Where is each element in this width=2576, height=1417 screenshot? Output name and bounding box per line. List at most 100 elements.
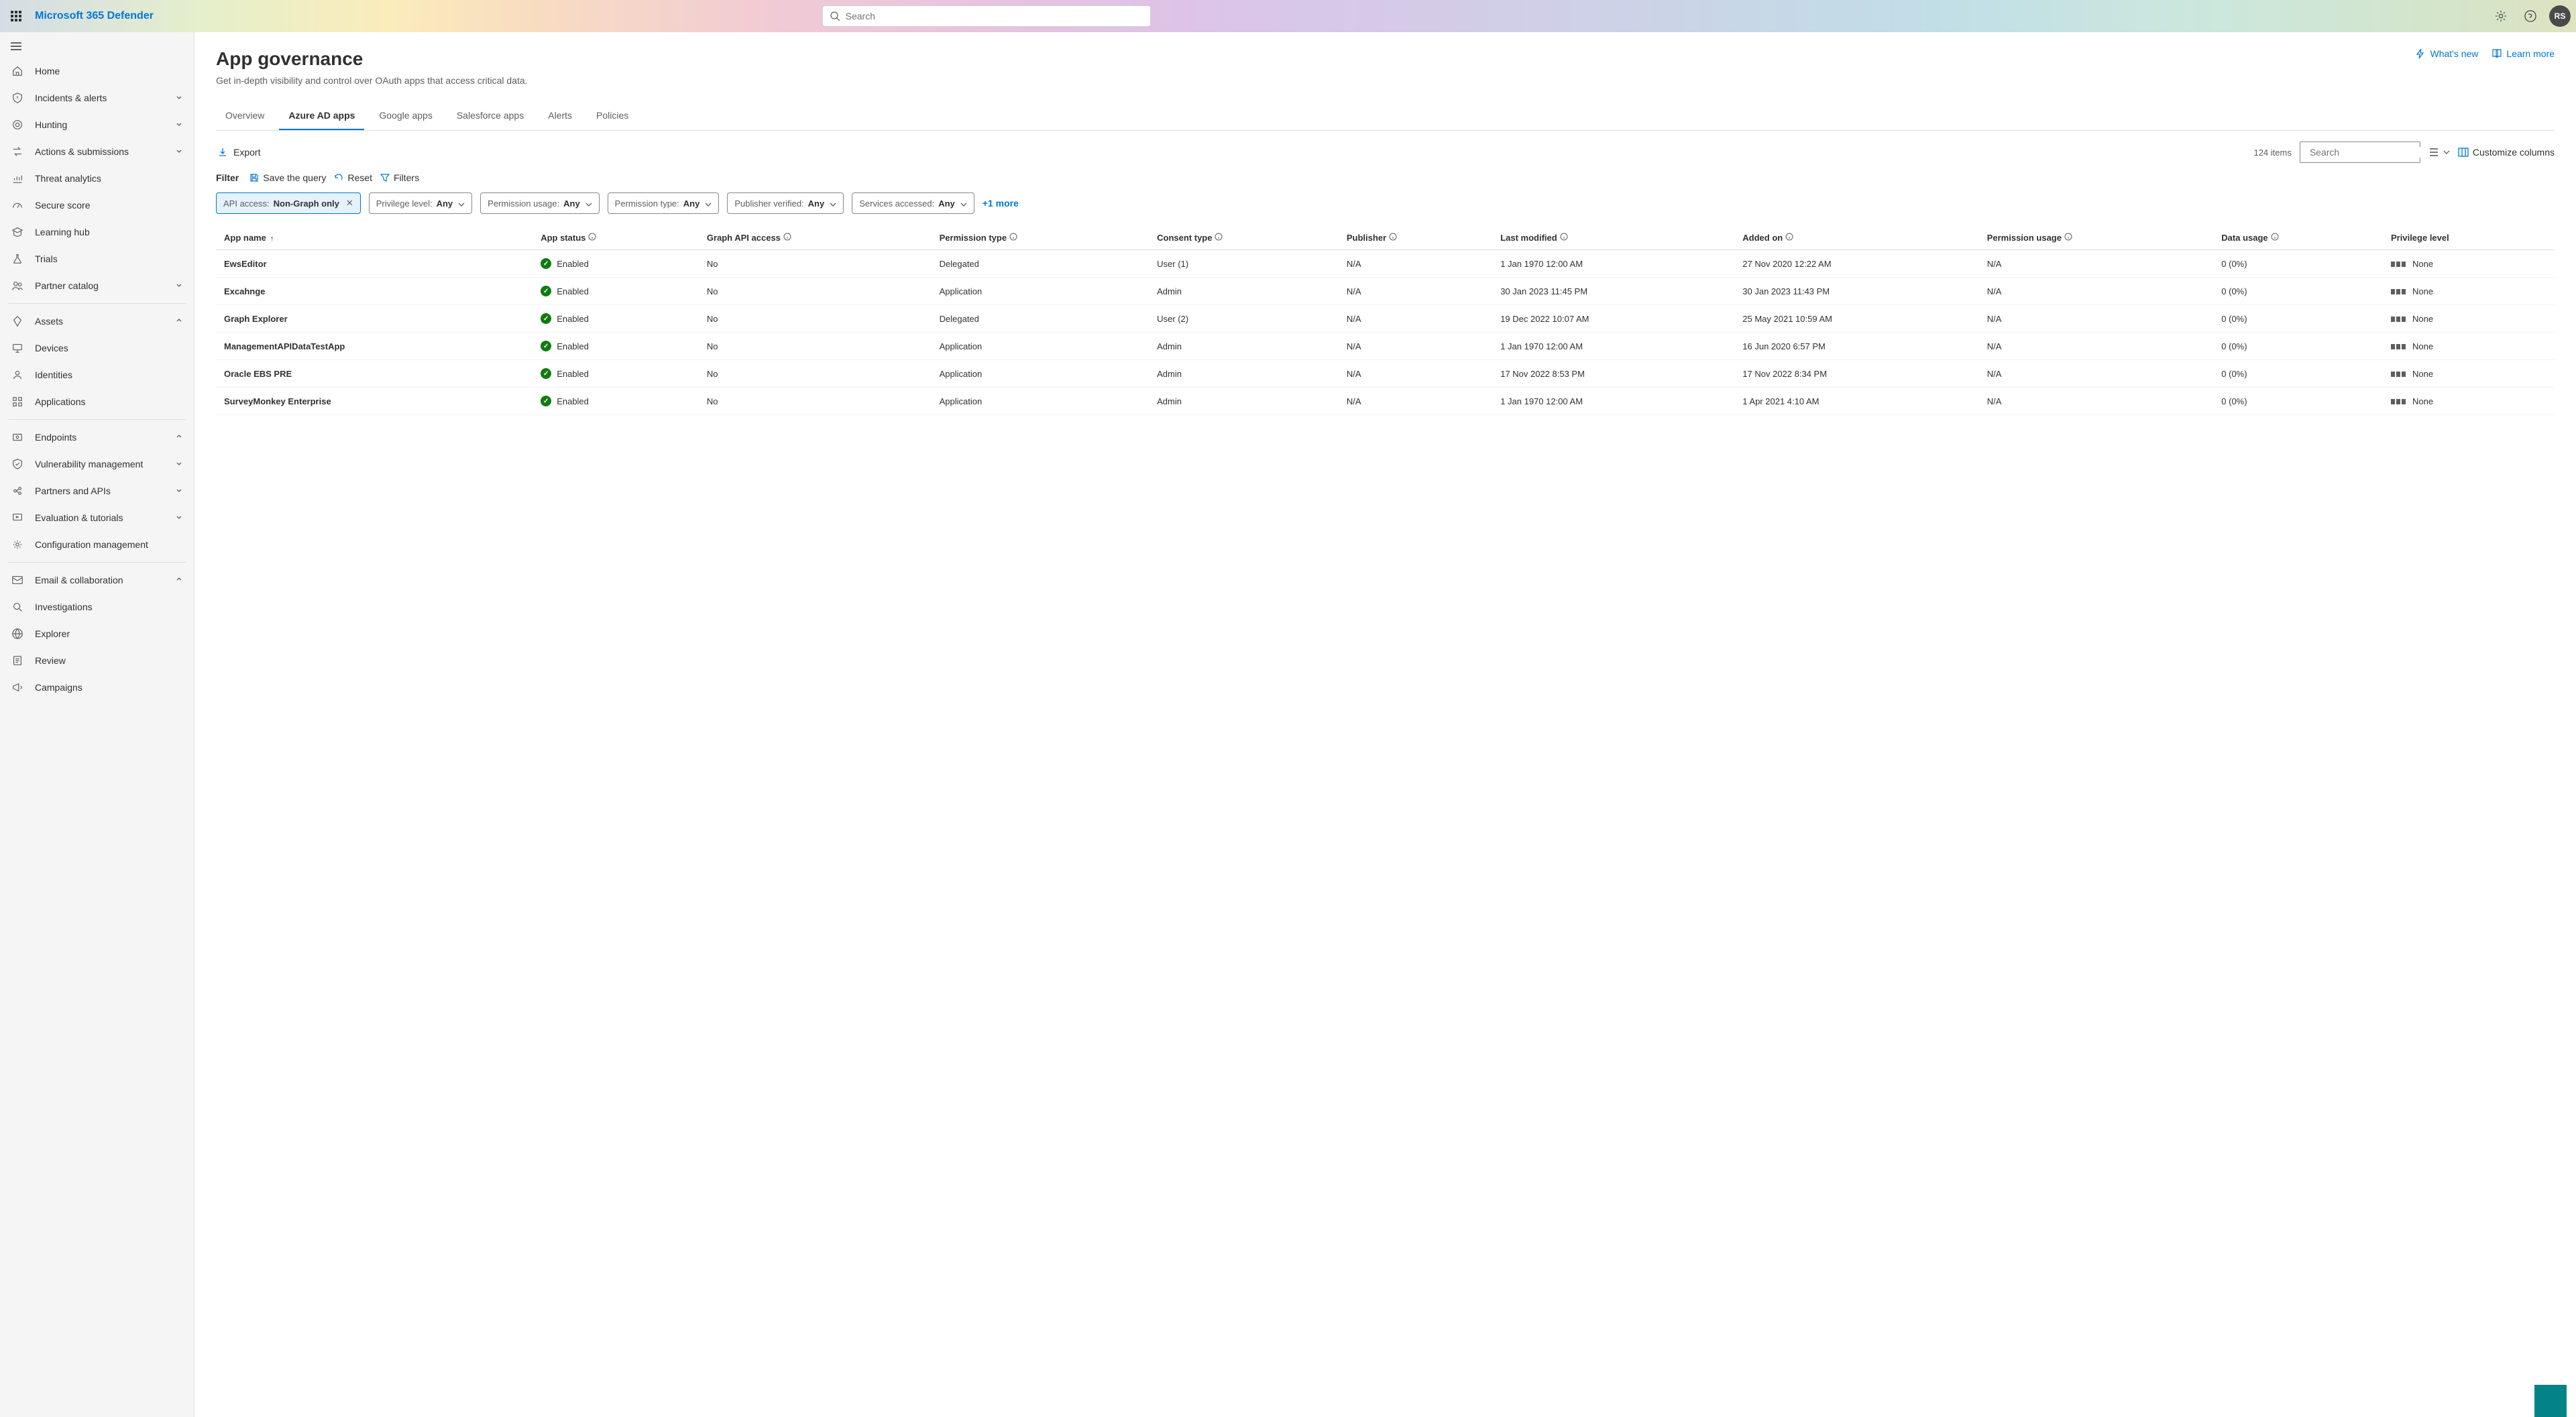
home-icon (11, 64, 24, 78)
table-row[interactable]: Oracle EBS PRE Enabled No Application Ad… (216, 360, 2555, 388)
column-header-added-on[interactable]: Added on (1734, 226, 1978, 250)
nav-item-email-collaboration[interactable]: Email & collaboration (0, 567, 194, 593)
close-icon[interactable]: ✕ (346, 198, 353, 209)
export-button[interactable]: Export (216, 144, 262, 160)
info-icon[interactable] (1009, 233, 1017, 241)
more-filters-link[interactable]: +1 more (983, 198, 1019, 209)
global-search[interactable] (822, 5, 1151, 27)
tab-policies[interactable]: Policies (587, 102, 638, 130)
settings-button[interactable] (2487, 3, 2514, 30)
filter-chip-publisherverified[interactable]: Publisher verified: Any (727, 192, 844, 214)
tab-overview[interactable]: Overview (216, 102, 274, 130)
nav-item-evaluation-tutorials[interactable]: Evaluation & tutorials (0, 504, 194, 531)
info-icon[interactable] (783, 233, 791, 241)
nav-item-explorer[interactable]: Explorer (0, 620, 194, 647)
nav-item-actions-submissions[interactable]: Actions & submissions (0, 138, 194, 165)
nav-item-endpoints[interactable]: Endpoints (0, 424, 194, 451)
info-icon[interactable] (1389, 233, 1397, 241)
column-header-app-name[interactable]: App name↑ (216, 226, 533, 250)
filter-chip-permissiontype[interactable]: Permission type: Any (608, 192, 720, 214)
table-row[interactable]: Excahnge Enabled No Application Admin N/… (216, 278, 2555, 305)
nav-collapse-button[interactable] (0, 36, 194, 58)
analytics-icon (11, 172, 24, 185)
target-icon (11, 118, 24, 131)
table-row[interactable]: SurveyMonkey Enterprise Enabled No Appli… (216, 388, 2555, 415)
table-search[interactable] (2300, 141, 2420, 163)
filter-chip-privilegelevel[interactable]: Privilege level: Any (369, 192, 472, 214)
column-header-data-usage[interactable]: Data usage (2213, 226, 2383, 250)
info-icon[interactable] (1785, 233, 1793, 241)
table-row[interactable]: Graph Explorer Enabled No Delegated User… (216, 305, 2555, 333)
feedback-button[interactable] (2534, 1385, 2567, 1417)
nav-item-configuration-management[interactable]: Configuration management (0, 531, 194, 558)
nav-item-assets[interactable]: Assets (0, 308, 194, 335)
nav-label: Home (35, 66, 183, 76)
chip-value: Any (683, 199, 700, 209)
nav-item-partner-catalog[interactable]: Partner catalog (0, 272, 194, 299)
nav-item-devices[interactable]: Devices (0, 335, 194, 361)
nav-item-applications[interactable]: Applications (0, 388, 194, 415)
filter-chip-servicesaccessed[interactable]: Services accessed: Any (852, 192, 974, 214)
group-button[interactable] (2428, 148, 2450, 157)
brand-title[interactable]: Microsoft 365 Defender (35, 10, 154, 22)
nav-item-identities[interactable]: Identities (0, 361, 194, 388)
cell-privilege-level: None (2383, 360, 2555, 388)
save-query-button[interactable]: Save the query (249, 172, 326, 183)
info-icon[interactable] (2064, 233, 2072, 241)
column-header-publisher[interactable]: Publisher (1339, 226, 1492, 250)
global-search-input[interactable] (846, 11, 1143, 21)
tab-alerts[interactable]: Alerts (539, 102, 581, 130)
user-avatar[interactable]: RS (2549, 5, 2571, 27)
nav-item-trials[interactable]: Trials (0, 245, 194, 272)
filter-chip-apiaccess[interactable]: API access: Non-Graph only ✕ (216, 192, 361, 214)
tab-google-apps[interactable]: Google apps (370, 102, 441, 130)
nav-label: Partner catalog (35, 280, 175, 291)
nav-item-investigations[interactable]: Investigations (0, 593, 194, 620)
nav-item-campaigns[interactable]: Campaigns (0, 674, 194, 701)
column-header-privilege-level[interactable]: Privilege level (2383, 226, 2555, 250)
column-header-consent-type[interactable]: Consent type (1149, 226, 1339, 250)
nav-divider (8, 562, 186, 563)
nav-item-secure-score[interactable]: Secure score (0, 192, 194, 219)
table-row[interactable]: ManagementAPIDataTestApp Enabled No Appl… (216, 333, 2555, 360)
cell-publisher: N/A (1339, 333, 1492, 360)
info-icon[interactable] (588, 233, 596, 241)
nav-item-incidents-alerts[interactable]: Incidents & alerts (0, 84, 194, 111)
column-header-permission-usage[interactable]: Permission usage (1979, 226, 2214, 250)
tab-salesforce-apps[interactable]: Salesforce apps (447, 102, 533, 130)
tab-azure-ad-apps[interactable]: Azure AD apps (279, 102, 364, 130)
nav-item-review[interactable]: Review (0, 647, 194, 674)
info-icon[interactable] (1560, 233, 1568, 241)
table-row[interactable]: EwsEditor Enabled No Delegated User (1) … (216, 250, 2555, 278)
info-icon[interactable] (2271, 233, 2279, 241)
nav-item-threat-analytics[interactable]: Threat analytics (0, 165, 194, 192)
nav-item-partners-and-apis[interactable]: Partners and APIs (0, 477, 194, 504)
page-title: App governance (216, 48, 363, 70)
reset-button[interactable]: Reset (334, 172, 372, 183)
column-header-graph-api-access[interactable]: Graph API access (699, 226, 932, 250)
help-button[interactable] (2517, 3, 2544, 30)
nav-item-learning-hub[interactable]: Learning hub (0, 219, 194, 245)
whats-new-link[interactable]: What's new (2415, 48, 2478, 59)
nav-label: Vulnerability management (35, 459, 175, 469)
privilege-bars-icon (2391, 399, 2406, 404)
filters-button[interactable]: Filters (380, 172, 419, 183)
column-header-app-status[interactable]: App status (533, 226, 699, 250)
column-header-last-modified[interactable]: Last modified (1492, 226, 1734, 250)
cell-privilege-level: None (2383, 278, 2555, 305)
nav-item-vulnerability-management[interactable]: Vulnerability management (0, 451, 194, 477)
table-search-input[interactable] (2310, 147, 2431, 158)
cell-consent-type: Admin (1149, 333, 1339, 360)
customize-columns-button[interactable]: Customize columns (2458, 147, 2555, 158)
chip-value: Any (808, 199, 825, 209)
app-launcher-button[interactable] (5, 5, 27, 27)
nav-item-home[interactable]: Home (0, 58, 194, 84)
list-icon (2428, 148, 2439, 157)
device-icon (11, 341, 24, 355)
learn-more-link[interactable]: Learn more (2491, 48, 2555, 59)
config-icon (11, 538, 24, 551)
info-icon[interactable] (1215, 233, 1223, 241)
filter-chip-permissionusage[interactable]: Permission usage: Any (480, 192, 600, 214)
column-header-permission-type[interactable]: Permission type (932, 226, 1150, 250)
nav-item-hunting[interactable]: Hunting (0, 111, 194, 138)
